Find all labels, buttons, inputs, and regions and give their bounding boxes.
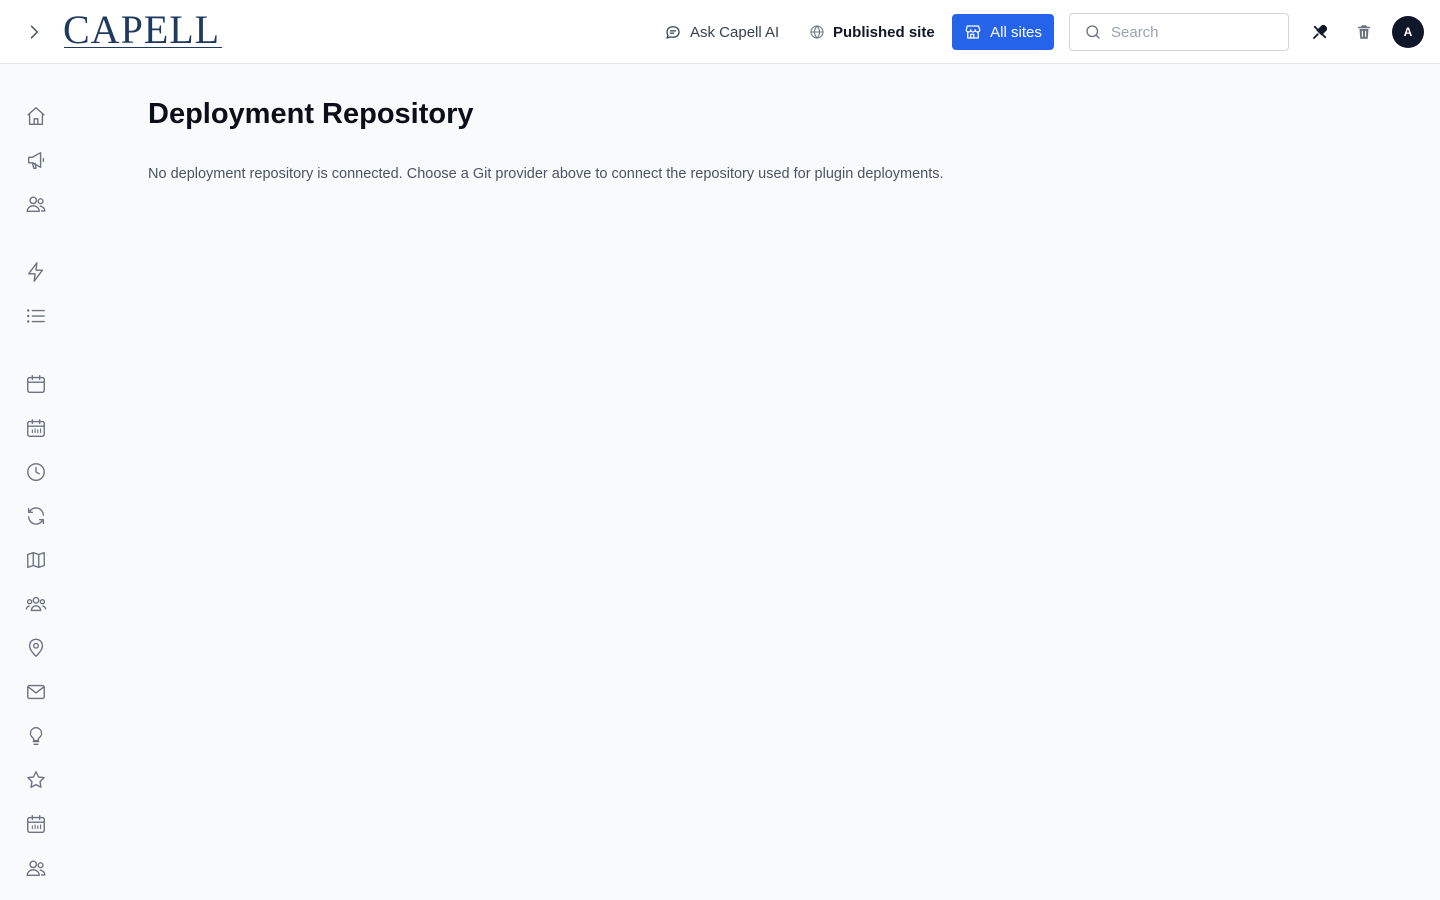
calendar-grid-icon (27, 419, 45, 437)
sidebar-item-events[interactable] (24, 812, 48, 836)
sidebar-item-history[interactable] (24, 460, 48, 484)
calendar-grid-icon (27, 815, 45, 833)
users-icon (26, 860, 46, 877)
sidebar-item-map[interactable] (24, 548, 48, 572)
capell-logo[interactable]: CAPELL (63, 10, 220, 50)
sidebar-item-lists[interactable] (24, 304, 48, 328)
list-icon (26, 309, 45, 323)
sidebar-item-schedule[interactable] (24, 416, 48, 440)
tools-button[interactable] (1308, 20, 1332, 44)
user-avatar[interactable]: A (1392, 16, 1424, 48)
sidebar-item-calendar[interactable] (24, 372, 48, 396)
search-input[interactable] (1111, 23, 1271, 41)
envelope-icon (27, 684, 45, 700)
expand-sidebar-button[interactable] (20, 18, 48, 46)
sidebar-item-announcements[interactable] (24, 148, 48, 172)
wrench-screwdriver-icon (1313, 24, 1328, 39)
map-pin-icon (28, 638, 44, 658)
lightning-icon (27, 262, 44, 282)
page-description: No deployment repository is connected. C… (148, 166, 944, 182)
calendar-icon (27, 375, 45, 393)
sidebar-item-members[interactable] (24, 856, 48, 880)
sidebar-item-sync[interactable] (24, 504, 48, 528)
globe-icon (810, 25, 824, 39)
megaphone-icon (27, 151, 45, 169)
sidebar-item-home[interactable] (24, 104, 48, 128)
sidebar-item-locations[interactable] (24, 636, 48, 660)
published-site-label: Published site (833, 23, 935, 41)
published-site-link[interactable]: Published site (809, 14, 935, 50)
all-sites-button[interactable]: All sites (952, 14, 1054, 50)
ask-ai-label: Ask Capell AI (690, 23, 780, 41)
map-icon (27, 551, 45, 569)
trash-button[interactable] (1352, 20, 1376, 44)
sidebar-item-ideas[interactable] (24, 724, 48, 748)
sidebar-item-users[interactable] (24, 192, 48, 216)
sidebar-item-favorites[interactable] (24, 768, 48, 792)
star-icon (27, 771, 45, 788)
user-group-icon (25, 596, 47, 612)
search-icon (1086, 25, 1100, 39)
sidebar-item-automations[interactable] (24, 260, 48, 284)
clock-icon (27, 463, 45, 481)
all-sites-label: All sites (990, 23, 1042, 41)
chevron-right-icon (30, 25, 39, 39)
lightbulb-icon (29, 727, 43, 745)
trash-icon (1358, 25, 1370, 39)
top-bar: CAPELL Ask Capell AI Published site All … (0, 0, 1440, 64)
storefront-icon (965, 25, 981, 39)
search-box[interactable] (1069, 13, 1289, 51)
ask-ai-button[interactable]: Ask Capell AI (664, 14, 779, 50)
logo-underline (64, 47, 222, 48)
page-title: Deployment Repository (148, 98, 474, 130)
sidebar-item-groups[interactable] (24, 592, 48, 616)
refresh-icon (27, 507, 45, 525)
sidebar (0, 65, 72, 900)
home-icon (27, 107, 45, 125)
chat-bubble-icon (666, 26, 680, 39)
users-icon (26, 196, 46, 213)
sidebar-item-mail[interactable] (24, 680, 48, 704)
